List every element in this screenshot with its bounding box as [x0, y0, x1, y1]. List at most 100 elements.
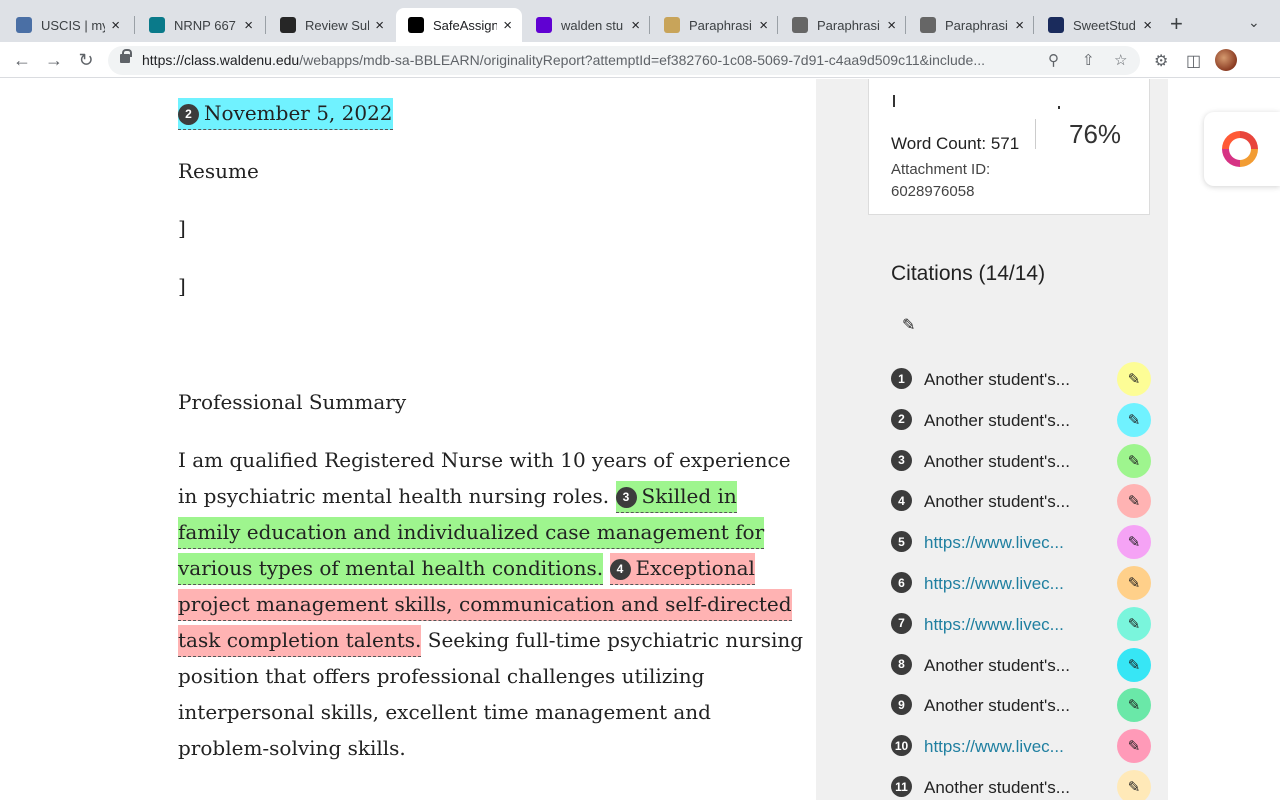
match-percentage: 76% — [1069, 119, 1122, 149]
browser-toolbar: ← → ↻ https://class.waldenu.edu/webapps/… — [0, 42, 1280, 78]
highlighter-toggle-icon[interactable]: ✎ — [1117, 647, 1151, 682]
reload-icon[interactable]: ↻ — [74, 48, 98, 72]
highlight-citation-2[interactable]: 2 November 5, 2022 — [178, 98, 393, 130]
close-tab-icon[interactable]: × — [503, 18, 512, 33]
bookmark-star-icon[interactable]: ☆ — [1114, 51, 1127, 69]
tab-separator — [134, 16, 135, 34]
close-tab-icon[interactable]: × — [631, 18, 640, 33]
citation-row[interactable]: 3 Another student's... ✎ — [891, 443, 1161, 490]
highlighter-toggle-icon[interactable]: ✎ — [1117, 770, 1151, 800]
close-tab-icon[interactable]: × — [1143, 18, 1152, 33]
tab-title: USCIS | my — [41, 17, 106, 33]
highlighter-toggle-icon[interactable]: ✎ — [1117, 484, 1151, 519]
citation-row[interactable]: 8 Another student's... ✎ — [891, 647, 1161, 694]
highlighter-toggle-icon[interactable]: ✎ — [1117, 729, 1151, 764]
highlight-citation-3[interactable]: family education and individualized case… — [178, 517, 765, 549]
paragraph-text: Seeking full-time psychiatric nursing — [421, 628, 804, 652]
citation-row[interactable]: 5 https://www.livec... ✎ — [891, 525, 1161, 571]
highlighter-toggle-icon[interactable]: ✎ — [1117, 688, 1151, 723]
zoom-icon[interactable]: ⚲ — [1048, 51, 1059, 69]
extensions-puzzle-icon[interactable]: ⚙ — [1154, 51, 1168, 71]
tab-3[interactable]: Review Sub × — [268, 8, 394, 42]
lock-icon — [120, 49, 132, 63]
citation-row[interactable]: 10 https://www.livec... ✎ — [891, 729, 1161, 775]
back-arrow-icon[interactable]: ← — [10, 48, 34, 72]
paragraph-line: project management skills, communication… — [178, 586, 792, 622]
close-tab-icon[interactable]: × — [1015, 18, 1024, 33]
tab-7[interactable]: Paraphrasi × — [780, 8, 906, 42]
highlighter-toggle-icon[interactable]: ✎ — [1117, 606, 1151, 641]
new-tab-button[interactable]: + — [1170, 13, 1183, 35]
tab-8[interactable]: Paraphrasi × — [908, 8, 1034, 42]
address-bar[interactable]: https://class.waldenu.edu/webapps/mdb-sa… — [108, 46, 1140, 75]
highlight-citation-3[interactable]: 3 Skilled in — [615, 481, 737, 513]
highlighter-toggle-icon[interactable]: ✎ — [1117, 525, 1151, 560]
tab-1[interactable]: USCIS | my × — [4, 8, 130, 42]
truncated-text-mark — [893, 95, 895, 107]
citation-source-label: Another student's... — [924, 778, 1070, 797]
share-icon[interactable]: ⇧ — [1082, 51, 1095, 69]
close-tab-icon[interactable]: × — [244, 18, 253, 33]
highlight-citation-4[interactable]: project management skills, communication… — [178, 589, 792, 621]
sweetstudy-floating-widget[interactable] — [1204, 112, 1280, 186]
highlight-citation-4[interactable]: task completion talents. — [178, 625, 422, 657]
forward-arrow-icon[interactable]: → — [42, 48, 66, 72]
citation-row[interactable]: 7 https://www.livec... ✎ — [891, 606, 1161, 653]
profile-avatar[interactable] — [1215, 49, 1237, 71]
highlighter-toggle-all-icon[interactable]: ✎ — [902, 315, 915, 335]
paragraph-line: I am qualified Registered Nurse with 10 … — [178, 448, 791, 472]
citation-row[interactable]: 1 Another student's... ✎ — [891, 362, 1161, 408]
tab-4[interactable]: SafeAssign × — [396, 8, 522, 42]
close-tab-icon[interactable]: × — [375, 18, 384, 33]
citation-number-badge[interactable]: 3 — [615, 486, 637, 508]
tab-5[interactable]: walden stu × — [524, 8, 650, 42]
citation-row[interactable]: 4 Another student's... ✎ — [891, 484, 1161, 530]
citation-row[interactable]: 2 Another student's... ✎ — [891, 402, 1161, 449]
citation-number-badge[interactable]: 4 — [609, 558, 631, 580]
tab-title: Paraphrasi — [689, 17, 752, 33]
paragraph-line: in psychiatric mental health nursing rol… — [178, 478, 737, 514]
highlighter-toggle-icon[interactable]: ✎ — [1117, 402, 1151, 437]
browser-tab-strip: + ⌄ USCIS | my × NRNP 667 × Review Sub × SafeA… — [0, 0, 1280, 42]
tab-2[interactable]: NRNP 667 × — [137, 8, 263, 42]
highlighter-toggle-icon[interactable]: ✎ — [1117, 566, 1151, 600]
paraphrase-pen-icon — [920, 17, 936, 33]
citation-source-link[interactable]: https://www.livec... — [924, 615, 1064, 635]
paragraph-line: various types of mental health condition… — [178, 550, 755, 586]
tab-6[interactable]: Paraphrasi × — [652, 8, 778, 42]
highlighter-toggle-icon[interactable]: ✎ — [1117, 362, 1151, 396]
attachment-id-label: Attachment ID: — [891, 161, 991, 178]
submission-document: 2 November 5, 2022 Resume ] ] Professiona… — [0, 79, 816, 800]
url-path: /webapps/mdb-sa-BBLEARN/originalityRepor… — [299, 52, 985, 68]
close-tab-icon[interactable]: × — [759, 18, 768, 33]
citation-source-label: Another student's... — [924, 410, 1070, 430]
citation-source-link[interactable]: https://www.livec... — [924, 533, 1064, 553]
citation-source-link[interactable]: https://www.livec... — [924, 574, 1064, 594]
tab-title: NRNP 667 — [174, 17, 236, 33]
date-line: 2 November 5, 2022 — [178, 95, 393, 131]
highlighter-toggle-icon[interactable]: ✎ — [1117, 443, 1151, 478]
paragraph-line: position that offers professional challe… — [178, 664, 705, 688]
tab-separator — [777, 16, 778, 34]
tab-search-chevron-icon[interactable]: ⌄ — [1248, 14, 1260, 31]
tab-separator — [265, 16, 266, 34]
blackboard-icon — [280, 17, 296, 33]
close-tab-icon[interactable]: × — [111, 18, 120, 33]
bracket-line-1: ] — [178, 216, 186, 240]
heading-resume: Resume — [178, 159, 259, 183]
side-panel-icon[interactable]: ◫ — [1186, 51, 1201, 71]
highlight-citation-4[interactable]: 4 Exceptional — [609, 553, 755, 585]
highlight-citation-3[interactable]: various types of mental health condition… — [178, 553, 604, 585]
tab-9[interactable]: SweetStud × — [1036, 8, 1162, 42]
citation-source-label: Another student's... — [924, 492, 1070, 512]
close-tab-icon[interactable]: × — [887, 18, 896, 33]
citation-row[interactable]: 6 https://www.livec... ✎ — [891, 566, 1161, 612]
citation-number-badge[interactable]: 2 — [178, 103, 199, 125]
paragraph-line: family education and individualized case… — [178, 514, 765, 550]
citation-row[interactable]: 11 Another student's... ✎ — [891, 770, 1161, 800]
citation-row[interactable]: 9 Another student's... ✎ — [891, 688, 1161, 734]
url-text[interactable]: https://class.waldenu.edu/webapps/mdb-sa… — [142, 52, 1042, 68]
tab-title: Paraphrasi — [945, 17, 1008, 33]
truncated-text-mark — [1058, 106, 1060, 109]
citation-source-link[interactable]: https://www.livec... — [924, 737, 1064, 757]
